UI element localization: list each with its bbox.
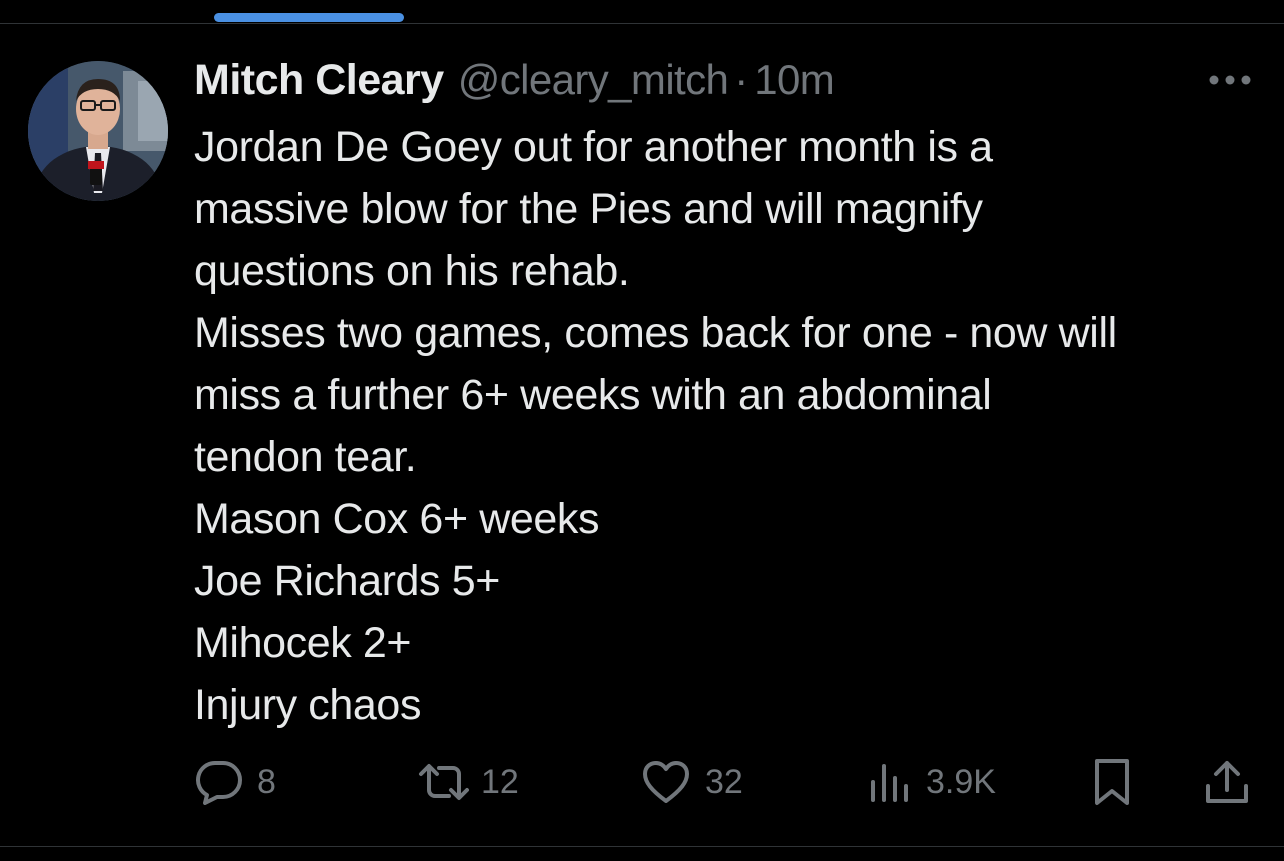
tweet-line: Mihocek 2+ [194, 619, 412, 667]
tweet-text: Jordan De Goey out for another month is … [194, 116, 1264, 736]
tab-indicator [214, 13, 404, 22]
reply-count: 8 [257, 762, 276, 801]
divider [0, 846, 1284, 847]
tweet-line: Injury chaos [194, 681, 422, 729]
repost-count: 12 [481, 762, 519, 801]
tweet-page: Mitch Cleary @cleary_mitch · 10m Jordan … [0, 0, 1284, 861]
author-handle[interactable]: @cleary_mitch [458, 56, 729, 104]
repost-icon [419, 764, 469, 800]
tweet-line: tendon tear. [194, 433, 417, 481]
tweet-line: Joe Richards 5+ [194, 557, 500, 605]
top-bar [0, 0, 1284, 24]
like-count: 32 [705, 762, 743, 801]
action-bar: 8 12 32 3.9K [0, 752, 1284, 812]
tweet-line: massive blow for the Pies and will magni… [194, 185, 983, 233]
repost-button[interactable]: 12 [417, 752, 519, 812]
share-button[interactable] [1204, 752, 1250, 812]
tweet-header: Mitch Cleary @cleary_mitch · 10m [194, 56, 835, 108]
heart-icon [643, 761, 689, 803]
share-icon [1206, 761, 1248, 803]
tweet-line: Misses two games, comes back for one - n… [194, 309, 1117, 357]
tweet-line: questions on his rehab. [194, 247, 630, 295]
reply-button[interactable]: 8 [195, 752, 276, 812]
bookmark-button[interactable] [1092, 752, 1132, 812]
views-count: 3.9K [926, 762, 996, 801]
tweet-line: Mason Cox 6+ weeks [194, 495, 600, 543]
bookmark-icon [1095, 759, 1129, 805]
reply-icon [196, 761, 242, 805]
separator: · [734, 56, 749, 103]
tweet-line: Jordan De Goey out for another month is … [194, 123, 993, 171]
author-name[interactable]: Mitch Cleary [194, 56, 444, 105]
avatar-photo [28, 61, 168, 201]
more-icon [1209, 75, 1251, 85]
more-button[interactable] [1206, 62, 1254, 98]
views-icon [871, 764, 908, 802]
tweet-line: miss a further 6+ weeks with an abdomina… [194, 371, 992, 419]
views-button[interactable]: 3.9K [868, 752, 996, 812]
timestamp[interactable]: 10m [754, 56, 835, 104]
like-button[interactable]: 32 [641, 752, 743, 812]
avatar[interactable] [28, 61, 168, 201]
